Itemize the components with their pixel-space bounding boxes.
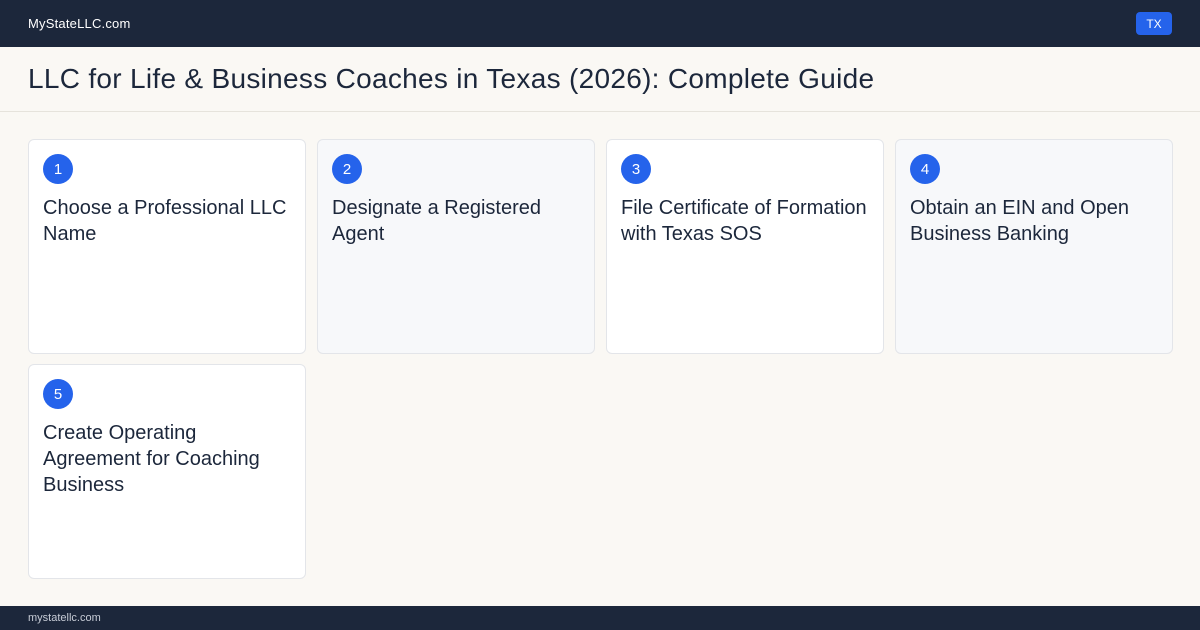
step-title: Choose a Professional LLC Name bbox=[43, 197, 287, 245]
step-card-5[interactable]: 5 Create Operating Agreement for Coachin… bbox=[28, 364, 306, 579]
footer-bar: mystatellc.com bbox=[0, 606, 1200, 630]
step-card-2[interactable]: 2 Designate a Registered Agent bbox=[317, 139, 595, 354]
step-number-badge: 3 bbox=[621, 154, 651, 184]
top-nav-bar: MyStateLLC.com TX bbox=[0, 0, 1200, 47]
state-selector-badge[interactable]: TX bbox=[1136, 12, 1172, 35]
step-title: Create Operating Agreement for Coaching … bbox=[43, 422, 260, 496]
step-number-badge: 5 bbox=[43, 379, 73, 409]
page-title: LLC for Life & Business Coaches in Texas… bbox=[28, 63, 875, 94]
site-brand-link[interactable]: MyStateLLC.com bbox=[28, 16, 131, 31]
step-card-3[interactable]: 3 File Certificate of Formation with Tex… bbox=[606, 139, 884, 354]
steps-grid: 1 Choose a Professional LLC Name 2 Desig… bbox=[28, 139, 1173, 579]
step-card-1[interactable]: 1 Choose a Professional LLC Name bbox=[28, 139, 306, 354]
step-card-4[interactable]: 4 Obtain an EIN and Open Business Bankin… bbox=[895, 139, 1173, 354]
title-band: LLC for Life & Business Coaches in Texas… bbox=[0, 47, 1200, 112]
step-number-badge: 1 bbox=[43, 154, 73, 184]
step-title: File Certificate of Formation with Texas… bbox=[621, 197, 867, 245]
step-title: Obtain an EIN and Open Business Banking bbox=[910, 197, 1130, 245]
step-title: Designate a Registered Agent bbox=[332, 197, 542, 245]
step-number-badge: 4 bbox=[910, 154, 940, 184]
footer-url-link[interactable]: mystatellc.com bbox=[28, 612, 101, 624]
step-number-badge: 2 bbox=[332, 154, 362, 184]
